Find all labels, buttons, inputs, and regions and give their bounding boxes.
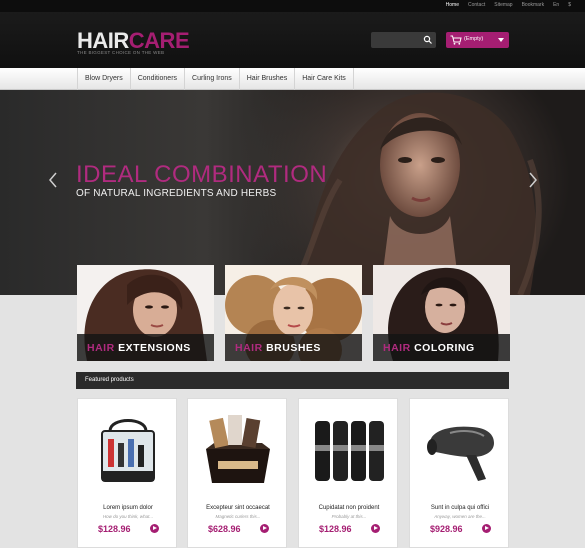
main-nav: Blow Dryers Conditioners Curling Irons H… — [0, 68, 585, 90]
product-description: Anyway, women are the... — [434, 514, 486, 519]
hero-title: IDEAL COMBINATION — [76, 161, 328, 188]
product-card[interactable]: Excepteur sint occaecat Magnetic curlers… — [187, 398, 287, 548]
product-price: $128.96 — [319, 524, 352, 534]
cart-icon — [450, 35, 462, 45]
language-select[interactable]: En — [553, 2, 559, 8]
nav-item-curling-irons[interactable]: Curling Irons — [184, 68, 239, 90]
top-link-contact[interactable]: Contact — [468, 2, 485, 8]
top-bar: Home Contact Sitemap Bookmark En $ — [0, 0, 585, 12]
top-link-sitemap[interactable]: Sitemap — [494, 2, 512, 8]
nav-item-conditioners[interactable]: Conditioners — [129, 68, 184, 90]
nav-item-blow-dryers[interactable]: Blow Dryers — [77, 68, 130, 90]
nav-item-hair-brushes[interactable]: Hair Brushes — [238, 68, 294, 90]
add-to-cart-button[interactable] — [260, 524, 269, 533]
logo-tagline: THE BIGGEST CHOICE ON THE WEB — [77, 50, 165, 55]
product-price: $128.96 — [98, 524, 131, 534]
bottles-icon[interactable] — [309, 409, 389, 489]
product-description: Probably at this... — [331, 514, 367, 519]
category-hair-coloring[interactable]: HAIR COLORING — [373, 265, 510, 361]
product-name[interactable]: Excepteur sint occaecat — [188, 505, 288, 511]
hero-subtitle: OF NATURAL INGREDIENTS AND HERBS — [76, 188, 277, 199]
hair-dryer-icon[interactable] — [420, 409, 500, 489]
category-hair-extensions[interactable]: HAIR EXTENSIONS — [77, 265, 214, 361]
add-to-cart-button[interactable] — [371, 524, 380, 533]
top-link-home[interactable]: Home — [446, 2, 459, 8]
category-hair-brushes[interactable]: HAIR BRUSHES — [225, 265, 362, 361]
add-to-cart-button[interactable] — [150, 524, 159, 533]
bag-icon[interactable] — [88, 409, 168, 489]
product-price: $628.96 — [208, 524, 241, 534]
product-description: Magnetic curlers this... — [215, 514, 261, 519]
featured-products-title: Featured products — [85, 377, 134, 383]
cart-button[interactable]: (Empty) — [446, 32, 509, 48]
cart-label: (Empty) — [464, 36, 484, 42]
product-name[interactable]: Sunt in culpa qui offici — [410, 505, 510, 511]
product-card[interactable]: Cupidatat non proident Probably at this.… — [298, 398, 398, 548]
top-link-bookmark[interactable]: Bookmark — [522, 2, 545, 8]
product-price: $928.96 — [430, 524, 463, 534]
chevron-left-icon[interactable] — [48, 172, 58, 188]
featured-products-header: Featured products — [76, 372, 509, 389]
chevron-right-icon[interactable] — [528, 172, 538, 188]
product-name[interactable]: Lorem ipsum dolor — [78, 505, 178, 511]
product-card[interactable]: Lorem ipsum dolor How do you think, what… — [77, 398, 177, 548]
category-label: HAIR EXTENSIONS — [87, 342, 191, 354]
header: HAIRCARE THE BIGGEST CHOICE ON THE WEB (… — [0, 12, 585, 68]
product-description: How do you think, what... — [102, 514, 154, 519]
kit-box-icon[interactable] — [198, 409, 278, 489]
search-input[interactable] — [371, 32, 436, 48]
add-to-cart-button[interactable] — [482, 524, 491, 533]
currency-select[interactable]: $ — [568, 2, 571, 8]
category-label: HAIR BRUSHES — [235, 342, 321, 354]
chevron-down-icon — [498, 38, 504, 42]
search-icon[interactable] — [423, 35, 433, 45]
product-name[interactable]: Cupidatat non proident — [299, 505, 399, 511]
product-card[interactable]: Sunt in culpa qui offici Anyway, women a… — [409, 398, 509, 548]
top-links: Home Contact Sitemap Bookmark En $ — [446, 2, 571, 8]
nav-item-hair-care-kits[interactable]: Hair Care Kits — [294, 68, 354, 90]
category-label: HAIR COLORING — [383, 342, 475, 354]
